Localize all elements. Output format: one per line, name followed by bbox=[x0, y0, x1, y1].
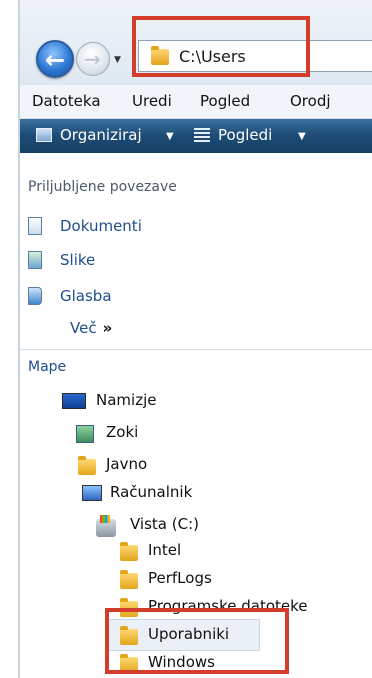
organize-button[interactable]: Organiziraj bbox=[60, 126, 142, 144]
navigation-pane: Priljubljene povezave Dokumenti Slike Gl… bbox=[20, 153, 372, 678]
menu-uredi[interactable]: Uredi bbox=[132, 92, 172, 110]
menu-pogled[interactable]: Pogled bbox=[200, 92, 250, 110]
address-toolbar: ← → ▼ C:\Users bbox=[20, 0, 372, 85]
drive-icon bbox=[96, 515, 116, 537]
views-icon bbox=[194, 128, 210, 142]
favorites-title: Priljubljene povezave bbox=[28, 179, 177, 195]
folder-icon bbox=[120, 570, 138, 589]
views-dropdown-icon[interactable]: ▼ bbox=[298, 131, 306, 142]
command-bar: Organiziraj ▼ Pogledi ▼ bbox=[20, 119, 372, 153]
menu-bar: Datoteka Uredi Pogled Orodj bbox=[20, 85, 372, 119]
favorite-pictures[interactable]: Slike bbox=[60, 251, 95, 269]
tree-item-desktop[interactable]: Namizje bbox=[96, 391, 156, 409]
tree-item-perflogs[interactable]: PerfLogs bbox=[148, 569, 212, 587]
double-chevron-icon: » bbox=[102, 319, 113, 337]
tree-item-user[interactable]: Zoki bbox=[106, 423, 138, 441]
more-label: Več bbox=[70, 319, 97, 337]
recent-pages-dropdown[interactable]: ▼ bbox=[114, 55, 121, 65]
menu-datoteka[interactable]: Datoteka bbox=[32, 92, 101, 110]
section-divider bbox=[20, 349, 372, 350]
tree-item-public[interactable]: Javno bbox=[106, 455, 147, 473]
folder-icon bbox=[120, 542, 138, 561]
desktop-icon bbox=[62, 393, 86, 409]
organize-icon bbox=[36, 128, 52, 142]
tree-item-intel[interactable]: Intel bbox=[148, 541, 181, 559]
organize-dropdown-icon[interactable]: ▼ bbox=[166, 131, 174, 142]
explorer-window: ← → ▼ C:\Users Datoteka Uredi Pogled Oro… bbox=[18, 0, 372, 678]
back-button[interactable]: ← bbox=[36, 40, 74, 78]
music-icon bbox=[28, 287, 42, 305]
computer-icon bbox=[82, 485, 102, 501]
highlight-address bbox=[132, 16, 310, 77]
user-folder-icon bbox=[76, 425, 94, 443]
tree-item-computer[interactable]: Računalnik bbox=[110, 483, 192, 501]
favorite-music[interactable]: Glasba bbox=[60, 287, 112, 305]
folders-title[interactable]: Mape bbox=[28, 359, 66, 375]
back-arrow-icon: ← bbox=[45, 46, 66, 74]
favorite-documents[interactable]: Dokumenti bbox=[60, 217, 142, 235]
forward-arrow-icon: → bbox=[84, 47, 101, 71]
menu-orodja[interactable]: Orodj bbox=[290, 92, 331, 110]
tree-item-drive[interactable]: Vista (C:) bbox=[130, 515, 199, 533]
pictures-icon bbox=[28, 251, 42, 269]
folder-icon bbox=[78, 456, 96, 475]
highlight-users bbox=[105, 608, 289, 674]
views-button[interactable]: Pogledi bbox=[218, 126, 272, 144]
forward-button[interactable]: → bbox=[76, 42, 110, 76]
more-link[interactable]: Več » bbox=[70, 319, 112, 337]
documents-icon bbox=[28, 217, 42, 235]
